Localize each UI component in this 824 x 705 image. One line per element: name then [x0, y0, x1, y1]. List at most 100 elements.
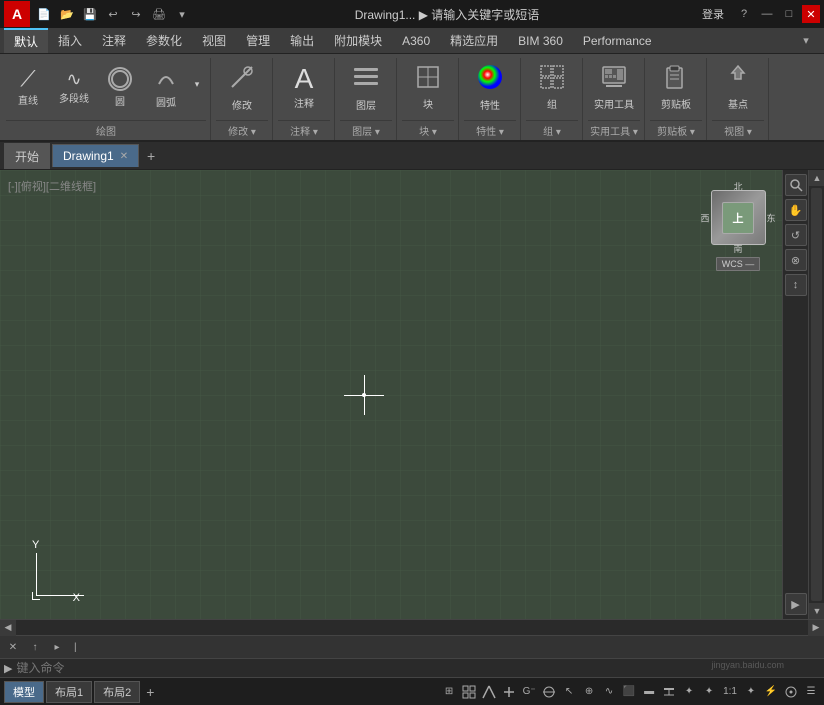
select-btn[interactable]: ✦	[680, 683, 698, 701]
3dosnap-btn[interactable]: ↖	[560, 683, 578, 701]
showmotion-tool[interactable]: ⊗	[785, 249, 807, 271]
annotation-tool[interactable]: A 注释	[278, 60, 330, 114]
circle-tool[interactable]: 圆	[98, 60, 142, 114]
ribbon-extra: ▾	[796, 31, 824, 51]
tab-annotation[interactable]: 注释	[92, 28, 136, 53]
doc-tab-drawing1[interactable]: Drawing1 ✕	[52, 144, 139, 167]
tab-default[interactable]: 默认	[4, 28, 48, 53]
horizontal-scrollbar[interactable]: ◀ ▶	[0, 619, 824, 635]
tab-output[interactable]: 输出	[280, 28, 324, 53]
help-btn[interactable]: ?	[734, 4, 754, 24]
annotation-vis-btn[interactable]: ✦	[742, 683, 760, 701]
layout2-tab[interactable]: 布局2	[94, 681, 140, 703]
layout1-tab[interactable]: 布局1	[46, 681, 92, 703]
compass-ring: 北 南 东 西 上	[701, 180, 776, 255]
axes-indicator: Y X	[10, 539, 80, 604]
viewcube-area[interactable]: 北 南 东 西 上 WCS —	[698, 180, 778, 290]
scroll-right-btn[interactable]: ▶	[808, 620, 824, 636]
doc-tab-close-drawing1[interactable]: ✕	[120, 151, 128, 162]
scroll-up-btn[interactable]: ▲	[809, 170, 824, 186]
nav-cube[interactable]: 上	[711, 190, 766, 245]
tab-parametric[interactable]: 参数化	[136, 28, 192, 53]
draw-extra-btn[interactable]: ▾	[190, 60, 206, 110]
new-file-btn[interactable]: 📄	[34, 4, 54, 24]
tab-bim360[interactable]: BIM 360	[508, 28, 573, 53]
line-tool[interactable]: ⟋ 直线	[6, 60, 50, 114]
tab-view[interactable]: 视图	[192, 28, 236, 53]
cmd-up-btn[interactable]: ↑	[26, 638, 44, 656]
tspace-btn[interactable]	[660, 683, 678, 701]
origin-marker	[32, 592, 40, 600]
zoom-tool[interactable]	[785, 174, 807, 196]
model-space-btn[interactable]: ⊞	[440, 683, 458, 701]
tab-featured[interactable]: 精选应用	[440, 28, 508, 53]
scroll-down-btn[interactable]: ▼	[809, 603, 824, 619]
wcs-button[interactable]: WCS —	[716, 257, 761, 271]
ortho-btn[interactable]	[500, 683, 518, 701]
otrack-btn[interactable]: ⊕	[580, 683, 598, 701]
arc-tool[interactable]: 圆弧	[144, 60, 188, 114]
3d-tool[interactable]: ↕	[785, 274, 807, 296]
group-group: 组 组 ▾	[522, 58, 583, 140]
redo-btn[interactable]: ↪	[126, 4, 146, 24]
login-link[interactable]: 登录	[702, 6, 724, 22]
cmd-input[interactable]	[16, 661, 820, 675]
layer-tool[interactable]: 图层	[340, 60, 392, 114]
undo-btn[interactable]: ↩	[103, 4, 123, 24]
watermark: jingyan.baidu.com	[711, 660, 784, 670]
canvas-area[interactable]: [-][俯视][二维线框] Y X	[0, 170, 808, 619]
add-layout-btn[interactable]: +	[142, 684, 158, 700]
cube-center-label: 上	[733, 210, 744, 226]
block-tool[interactable]: 块	[402, 60, 454, 114]
ui-btn[interactable]: ☰	[802, 683, 820, 701]
extra-qa-btn[interactable]: ▾	[172, 4, 192, 24]
plot-btn[interactable]: 🖨	[149, 4, 169, 24]
tab-addons[interactable]: 附加模块	[324, 28, 392, 53]
polyline-tool[interactable]: ∿ 多段线	[52, 60, 96, 114]
draw-group-label: 绘图	[6, 120, 206, 140]
lweight-btn[interactable]: ▬	[640, 683, 658, 701]
play-tool[interactable]: ▶	[785, 593, 807, 615]
pan-tool[interactable]: ✋	[785, 199, 807, 221]
scroll-left-btn[interactable]: ◀	[0, 620, 16, 636]
doc-tab-add-btn[interactable]: +	[141, 146, 161, 166]
draw-expand-icon: ▾	[193, 80, 203, 90]
utilities-tool[interactable]: 实用工具	[588, 60, 640, 114]
cmd-close-btn[interactable]: ✕	[4, 638, 22, 656]
doc-tab-start[interactable]: 开始	[4, 143, 50, 169]
annotation-group: A 注释 注释 ▾	[274, 58, 335, 140]
properties-tool[interactable]: 特性	[464, 60, 516, 114]
group-tool[interactable]: 组	[526, 60, 578, 114]
snap-btn[interactable]	[480, 683, 498, 701]
ws-btn[interactable]	[782, 683, 800, 701]
dyn-btn[interactable]: ⬛	[620, 683, 638, 701]
block-group: 块 块 ▾	[398, 58, 459, 140]
orbit-tool[interactable]: ↺	[785, 224, 807, 246]
autoscale-btn[interactable]: ⚡	[762, 683, 780, 701]
maximize-btn[interactable]: □	[780, 5, 798, 23]
ribbon-extra-btn[interactable]: ▾	[796, 31, 816, 51]
properties-group: 特性 特性 ▾	[460, 58, 521, 140]
cmd-forward-btn[interactable]: ▸	[48, 638, 66, 656]
grid-btn[interactable]	[460, 683, 478, 701]
minimize-btn[interactable]: —	[758, 5, 776, 23]
ducs-btn[interactable]: ∿	[600, 683, 618, 701]
model-tab[interactable]: 模型	[4, 681, 44, 703]
clipboard-tool[interactable]: 剪贴板	[650, 60, 702, 114]
save-btn[interactable]: 💾	[80, 4, 100, 24]
polar-btn[interactable]: G⁻	[520, 683, 538, 701]
basepoint-tool[interactable]: 基点	[712, 60, 764, 114]
autocad-logo[interactable]: A	[4, 1, 30, 27]
vertical-scrollbar[interactable]: ▲ ▼	[808, 170, 824, 619]
tab-insert[interactable]: 插入	[48, 28, 92, 53]
modify-tool[interactable]: 修改	[216, 60, 268, 114]
y-axis-label: Y	[32, 539, 39, 551]
open-btn[interactable]: 📂	[57, 4, 77, 24]
v-scroll-thumb[interactable]	[811, 188, 822, 601]
tab-a360[interactable]: A360	[392, 28, 440, 53]
osnap-btn[interactable]	[540, 683, 558, 701]
tab-manage[interactable]: 管理	[236, 28, 280, 53]
close-btn[interactable]: ✕	[802, 5, 820, 23]
tab-performance[interactable]: Performance	[573, 28, 662, 53]
annotscale-btn[interactable]: ✦	[700, 683, 718, 701]
